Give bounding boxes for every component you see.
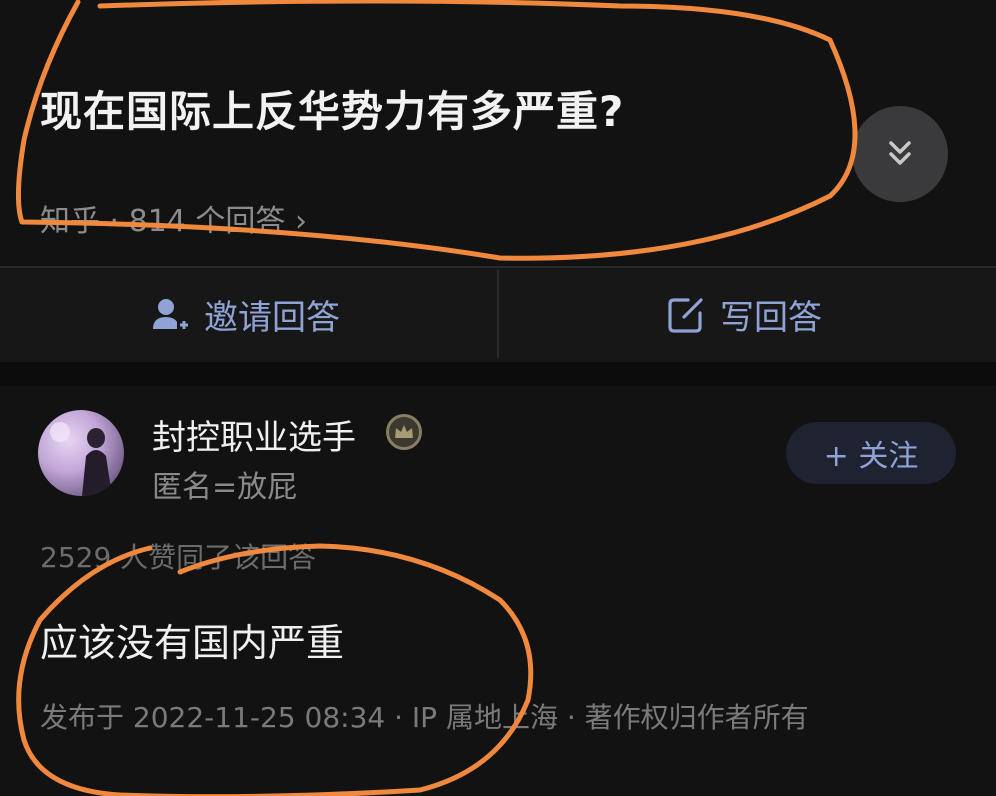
crown-badge-icon bbox=[386, 414, 422, 450]
invite-answer-button[interactable]: 邀请回答 bbox=[150, 290, 340, 339]
author-bio: 匿名=放屁 bbox=[152, 470, 298, 505]
avatar[interactable] bbox=[38, 410, 124, 496]
person-plus-icon bbox=[153, 298, 188, 329]
upvote-count: 2529 人赞同了该回答 bbox=[40, 541, 317, 574]
collapse-button[interactable] bbox=[852, 106, 948, 202]
invite-answer-label: 邀请回答 bbox=[204, 298, 340, 338]
action-divider bbox=[497, 270, 499, 358]
annotation-circle-answer bbox=[16, 543, 534, 796]
answer-publish-meta: 发布于 2022-11-25 08:34 · IP 属地上海 · 著作权归作者所… bbox=[40, 701, 809, 734]
question-meta-link[interactable]: 知乎 · 814 个回答 › bbox=[40, 196, 307, 240]
write-answer-button[interactable]: 写回答 bbox=[666, 290, 822, 339]
follow-button[interactable]: + 关注 bbox=[786, 422, 956, 484]
section-separator bbox=[0, 362, 996, 386]
question-title: 现在国际上反华势力有多严重? bbox=[40, 87, 625, 136]
double-chevron-down-icon bbox=[889, 141, 911, 165]
avatar-image bbox=[50, 422, 112, 496]
answer-content[interactable]: 应该没有国内严重 bbox=[40, 612, 344, 667]
edit-square-icon bbox=[668, 297, 703, 333]
write-answer-label: 写回答 bbox=[720, 298, 822, 338]
author-name[interactable]: 封控职业选手 bbox=[152, 410, 356, 459]
